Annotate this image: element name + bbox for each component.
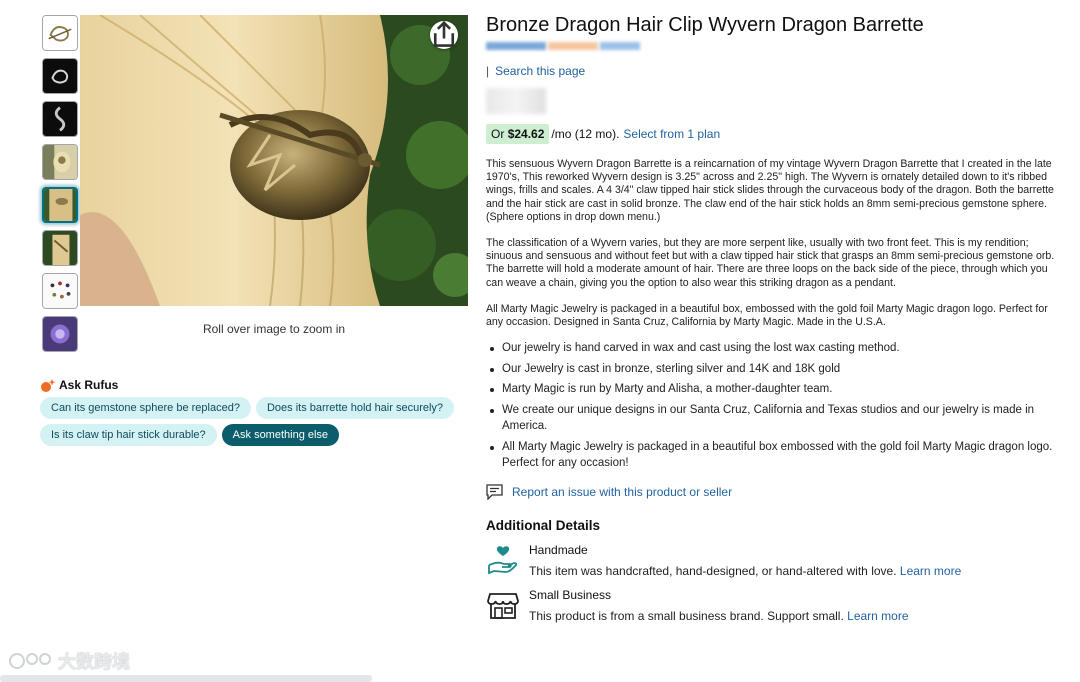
handmade-learn-more-link[interactable]: Learn more	[900, 564, 961, 578]
bullet-item: Our Jewelry is cast in bronze, sterling …	[486, 361, 1064, 378]
thumbnail-strip	[42, 15, 78, 359]
select-plan-link[interactable]: Select from 1 plan	[623, 127, 720, 141]
handmade-text: This item was handcrafted, hand-designed…	[529, 563, 897, 578]
rufus-title: Ask Rufus	[59, 378, 119, 392]
description-paragraph: The classification of a Wyvern varies, b…	[486, 237, 1055, 289]
zoom-hint: Roll over image to zoom in	[202, 322, 346, 336]
plan-term: /mo (12 mo).	[551, 127, 620, 141]
thumbnail-4[interactable]	[42, 144, 78, 180]
thumbnail-1[interactable]	[42, 15, 78, 51]
report-issue-link[interactable]: Report an issue with this product or sel…	[486, 484, 1064, 500]
watermark-logo: 大数跨境	[8, 648, 130, 674]
brand-link-redacted[interactable]	[486, 42, 646, 50]
share-button[interactable]	[430, 21, 458, 49]
rufus-questions: Can its gemstone sphere be replaced? Doe…	[40, 397, 470, 446]
thumbnail-6[interactable]	[42, 230, 78, 266]
small-business-detail: Small Business This product is from a sm…	[486, 588, 1064, 623]
small-business-learn-more-link[interactable]: Learn more	[847, 609, 908, 623]
rufus-question-chip[interactable]: Can its gemstone sphere be replaced?	[40, 397, 251, 419]
thumbnail-2[interactable]	[42, 58, 78, 94]
product-details: Bronze Dragon Hair Clip Wyvern Dragon Ba…	[486, 12, 1064, 623]
description-paragraph: All Marty Magic Jewelry is packaged in a…	[486, 302, 1048, 329]
share-icon	[433, 21, 455, 47]
additional-details-heading: Additional Details	[486, 517, 601, 533]
handmade-detail: Handmade This item was handcrafted, hand…	[486, 543, 1064, 578]
plan-or-label: Or	[491, 127, 505, 141]
bullet-item: Marty Magic is run by Marty and Alisha, …	[486, 381, 1064, 398]
rufus-question-chip[interactable]: Is its claw tip hair stick durable?	[40, 424, 217, 446]
small-business-title: Small Business	[529, 587, 612, 602]
installment-plan: Or $24.62 /mo (12 mo). Select from 1 pla…	[486, 124, 1064, 144]
small-business-text: This product is from a small business br…	[529, 608, 844, 623]
thumbnail-7[interactable]	[42, 273, 78, 309]
product-title: Bronze Dragon Hair Clip Wyvern Dragon Ba…	[486, 14, 924, 36]
product-description: This sensuous Wyvern Dragon Barrette is …	[486, 158, 1064, 329]
thumbnail-3[interactable]	[42, 101, 78, 137]
plan-price: $24.62	[507, 127, 545, 141]
search-this-page-link[interactable]: Search this page	[495, 64, 585, 78]
storefront-icon	[487, 592, 519, 619]
watermark-icon	[9, 653, 51, 669]
bullet-item: Our jewelry is hand carved in wax and ca…	[486, 340, 1064, 357]
thumbnail-5[interactable]	[42, 187, 78, 223]
separator: |	[486, 64, 490, 78]
bullet-item: We create our unique designs in our Sant…	[486, 402, 1064, 435]
ask-something-else-button[interactable]: Ask something else	[221, 424, 340, 446]
rufus-question-chip[interactable]: Does its barrette hold hair securely?	[255, 397, 455, 419]
search-this-page[interactable]: | Search this page	[486, 64, 1064, 78]
rufus-icon	[41, 379, 56, 392]
handmade-title: Handmade	[529, 542, 588, 557]
ask-rufus-panel: Ask Rufus Can its gemstone sphere be rep…	[40, 378, 470, 446]
bullet-item: All Marty Magic Jewelry is packaged in a…	[486, 439, 1064, 472]
thumbnail-8[interactable]	[42, 316, 78, 352]
description-paragraph: This sensuous Wyvern Dragon Barrette is …	[486, 158, 1054, 223]
watermark-text: 大数跨境	[58, 652, 130, 672]
report-icon	[486, 484, 503, 500]
main-product-image[interactable]	[80, 15, 468, 306]
handmade-heart-hand-icon	[488, 545, 518, 575]
price-redacted	[486, 88, 546, 114]
report-issue-label[interactable]: Report an issue with this product or sel…	[512, 485, 732, 499]
plan-price-badge: Or $24.62	[486, 124, 550, 144]
feature-bullets: Our jewelry is hand carved in wax and ca…	[486, 340, 1064, 472]
horizontal-scrollbar[interactable]	[0, 675, 372, 682]
